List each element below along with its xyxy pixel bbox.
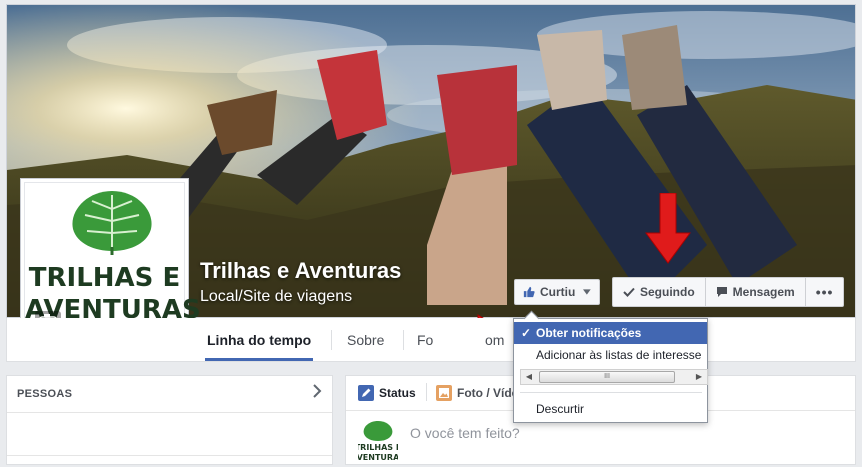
page-category[interactable]: Local/Site de viagens [200, 288, 352, 306]
tab-timeline[interactable]: Linha do tempo [205, 318, 314, 361]
composer-tab-photo-video[interactable]: Foto / Víde [436, 385, 518, 401]
check-icon [623, 287, 635, 297]
scroll-right-icon[interactable]: ▶ [692, 370, 706, 384]
chevron-right-icon[interactable] [312, 384, 322, 401]
divider [520, 392, 702, 393]
divider [7, 412, 332, 413]
message-label: Mensagem [732, 285, 795, 299]
check-icon: ✓ [521, 326, 532, 340]
menu-item-unlike[interactable]: Descurtir [514, 398, 707, 420]
leaf-logo-icon [72, 191, 152, 255]
composer-status-label: Status [379, 386, 416, 400]
composer-tab-status[interactable]: Status [358, 383, 427, 401]
tab-photos[interactable]: Fo [402, 318, 433, 362]
liked-label: Curtiu [539, 285, 576, 299]
menu-item-label: Obter notificações [536, 326, 642, 340]
pencil-icon [358, 385, 374, 401]
people-card: PESSOAS [6, 375, 333, 465]
scrollbar-thumb[interactable]: III [539, 371, 675, 383]
red-arrow-down-icon [645, 193, 691, 264]
following-button[interactable]: Seguindo [613, 278, 706, 306]
following-label: Seguindo [640, 285, 695, 299]
people-title: PESSOAS [17, 388, 73, 400]
avatar-logo-line-1: TRILHAS E [358, 443, 398, 452]
tab-more[interactable]: om [485, 318, 504, 362]
scroll-left-icon[interactable]: ◀ [522, 370, 536, 384]
menu-item-add-to-lists[interactable]: Adicionar às listas de interesse [514, 344, 707, 366]
liked-button[interactable]: Curtiu [514, 279, 600, 305]
more-options-button[interactable]: ••• [806, 278, 844, 306]
photo-icon [436, 385, 452, 401]
composer-photo-label: Foto / Víde [457, 386, 519, 400]
avatar: TRILHAS E AVENTURAS [351, 420, 405, 462]
logo-line-1: TRILHAS E [28, 263, 181, 293]
composer-input[interactable]: O você tem feito? [410, 425, 520, 441]
page-title[interactable]: Trilhas e Aventuras [200, 258, 401, 284]
horizontal-scrollbar[interactable]: ◀ III ▶ [520, 369, 708, 385]
more-options-icon: ••• [815, 284, 834, 300]
menu-item-get-notifications[interactable]: ✓ Obter notificações [514, 322, 707, 344]
page-tabs-bar: Linha do tempo Sobre Fo om [6, 318, 856, 362]
divider [7, 455, 332, 456]
liked-dropdown-menu: ✓ Obter notificações Adicionar às listas… [513, 318, 708, 423]
thumbs-up-icon [523, 286, 535, 298]
tab-about[interactable]: Sobre [330, 318, 384, 362]
message-button[interactable]: Mensagem [706, 278, 806, 306]
avatar-logo-line-2: AVENTURAS [358, 453, 398, 462]
action-button-group: Seguindo Mensagem ••• [612, 277, 845, 307]
message-icon [716, 287, 727, 297]
caret-down-icon [583, 289, 591, 295]
